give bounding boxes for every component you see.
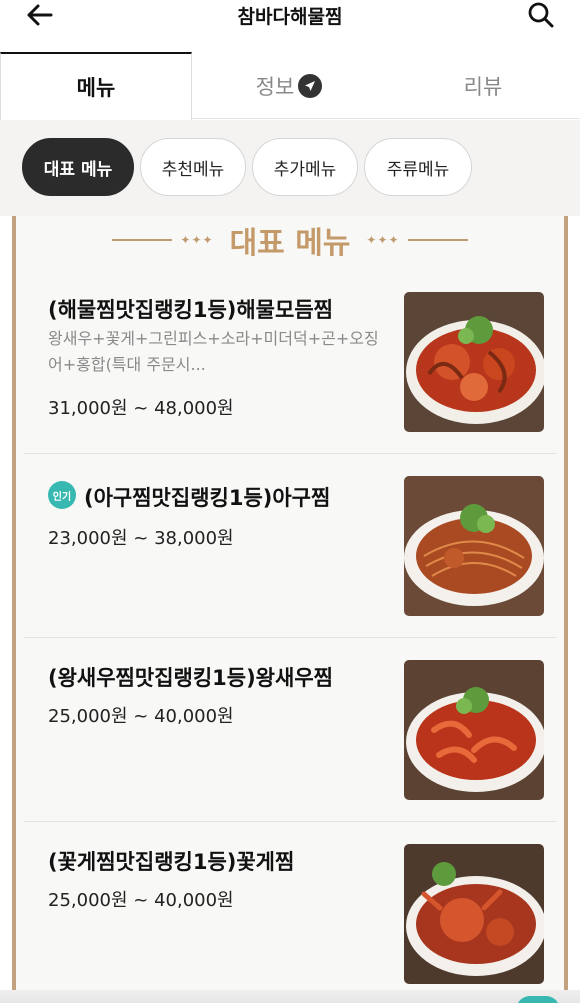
chip-drinks-menu[interactable]: 주류메뉴 — [364, 138, 472, 196]
menu-item-description: 왕새우+꽃게+그린피스+소라+미더덕+곤+오징어+홍합(특대 주문시... — [48, 329, 379, 374]
tab-info[interactable]: 정보 — [192, 52, 386, 120]
menu-item-photo — [404, 844, 544, 984]
tab-review[interactable]: 리뷰 — [386, 52, 580, 120]
tab-bar: 메뉴 정보 리뷰 — [0, 44, 580, 120]
bottom-fade — [0, 990, 580, 1003]
menu-item[interactable]: (해물찜맛집랭킹1등)해물모듬찜 왕새우+꽃게+그린피스+소라+미더덕+곤+오징… — [24, 264, 556, 454]
tab-divider — [192, 118, 580, 119]
chip-additional-menu[interactable]: 추가메뉴 — [252, 138, 358, 196]
menu-item-name: (꽃게찜맛집랭킹1등)꽃게찜 — [48, 850, 295, 874]
menu-item-price: 31,000원 ~ 48,000원 — [48, 398, 234, 419]
popular-badge: 인기 — [48, 481, 76, 509]
divider — [407, 239, 468, 241]
menu-item[interactable]: (꽃게찜맛집랭킹1등)꽃게찜 25,000원 ~ 40,000원 — [24, 822, 556, 1003]
chip-additional-label: 추가메뉴 — [273, 159, 337, 180]
top-bar: 참바다해물찜 — [0, 0, 580, 44]
menu-item-name: (아구찜맛집랭킹1등)아구찜 — [84, 486, 331, 510]
menu-item-photo — [404, 292, 544, 432]
search-icon — [528, 2, 554, 28]
send-icon — [298, 74, 323, 98]
tab-review-label: 리뷰 — [463, 75, 503, 99]
chip-signature-label: 대표 메뉴 — [43, 159, 113, 180]
sparkle-icon: ✦✦✦ — [180, 233, 214, 247]
menu-item-photo — [404, 660, 544, 800]
tab-menu[interactable]: 메뉴 — [0, 52, 192, 120]
category-chips: 대표 메뉴 추천메뉴 추가메뉴 주류메뉴 — [0, 120, 580, 216]
menu-item[interactable]: (왕새우찜맛집랭킹1등)왕새우찜 25,000원 ~ 40,000원 — [24, 638, 556, 822]
divider — [112, 239, 173, 241]
menu-item[interactable]: 인기 (아구찜맛집랭킹1등)아구찜 23,000원 ~ 38,000원 — [24, 454, 556, 638]
menu-item-price: 23,000원 ~ 38,000원 — [48, 528, 234, 549]
menu-item-name: (해물찜맛집랭킹1등)해물모듬찜 — [48, 298, 333, 322]
menu-item-photo — [404, 476, 544, 616]
menu-item-price: 25,000원 ~ 40,000원 — [48, 890, 234, 911]
sparkle-icon: ✦✦✦ — [366, 233, 400, 247]
menu-list-panel: ✦✦✦ 대표 메뉴 ✦✦✦ (해물찜맛집랭킹1등)해물모듬찜 왕새우+꽃게+그린… — [12, 216, 568, 1003]
chip-recommended-label: 추천메뉴 — [161, 159, 225, 180]
page-title: 참바다해물찜 — [237, 6, 343, 28]
chip-recommended-menu[interactable]: 추천메뉴 — [140, 138, 246, 196]
menu-item-name: (왕새우찜맛집랭킹1등)왕새우찜 — [48, 666, 333, 690]
tab-info-label: 정보 — [255, 75, 295, 99]
menu-item-price: 25,000원 ~ 40,000원 — [48, 706, 234, 727]
chip-signature-menu[interactable]: 대표 메뉴 — [22, 138, 134, 196]
search-button[interactable] — [524, 0, 558, 30]
section-title: 대표 메뉴 — [229, 226, 351, 261]
chip-drinks-label: 주류메뉴 — [386, 159, 450, 180]
section-header: ✦✦✦ 대표 메뉴 ✦✦✦ — [16, 216, 564, 264]
tab-menu-label: 메뉴 — [76, 76, 116, 100]
